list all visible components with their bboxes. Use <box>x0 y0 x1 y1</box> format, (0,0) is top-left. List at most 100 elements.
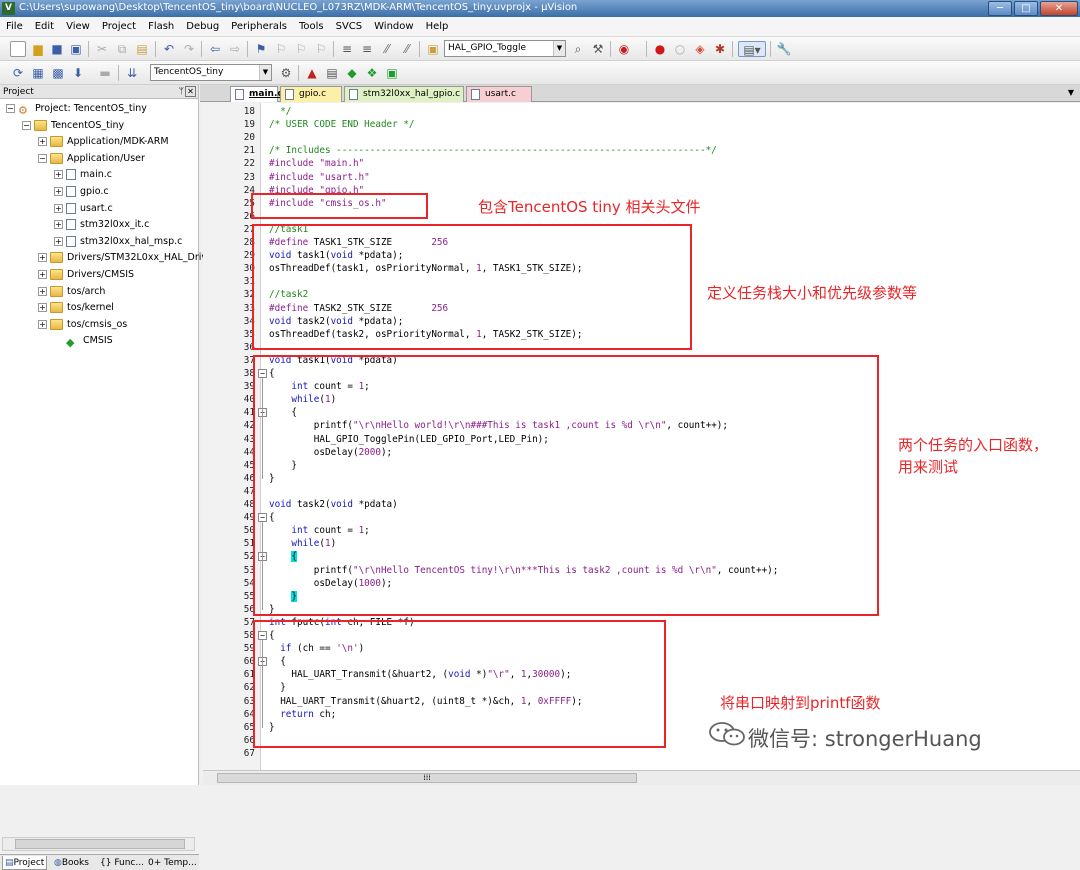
tree-item[interactable]: + Drivers/STM32L0xx_HAL_Driv <box>38 250 207 266</box>
expand-icon[interactable]: + <box>54 236 63 246</box>
unindent-icon[interactable]: ≡ <box>359 41 375 57</box>
tab-project[interactable]: ▤Project <box>2 856 48 870</box>
code-line[interactable]: /* USER CODE END Header */ <box>269 118 415 131</box>
incremental-find-icon[interactable]: ⚒ <box>590 41 606 57</box>
collapse-icon[interactable]: − <box>38 153 47 163</box>
find-icon[interactable]: ⌕ <box>570 41 586 57</box>
batch-build-icon[interactable]: ⬇ <box>70 65 86 81</box>
expand-icon[interactable]: + <box>38 319 47 329</box>
tree-item[interactable]: − TencentOS_tiny <box>22 118 124 134</box>
close-icon[interactable]: ✕ <box>185 86 196 97</box>
expand-icon[interactable]: + <box>38 270 47 279</box>
menu-project[interactable]: Project <box>96 17 142 37</box>
minimize-button[interactable]: ─ <box>988 1 1012 16</box>
paste-icon[interactable]: ▤ <box>134 41 150 57</box>
kill-breakpoints-icon[interactable]: ✱ <box>712 41 728 57</box>
expand-icon[interactable]: + <box>38 303 47 313</box>
menu-file[interactable]: File <box>0 17 29 37</box>
rebuild-icon[interactable]: ▩ <box>50 65 66 81</box>
expand-icon[interactable]: + <box>54 187 63 196</box>
copy-icon[interactable]: ⧉ <box>114 41 130 57</box>
tree-item[interactable]: + stm32l0xx_it.c <box>54 217 149 233</box>
menu-flash[interactable]: Flash <box>142 17 180 37</box>
expand-icon[interactable]: + <box>54 170 63 180</box>
scrollbar-thumb[interactable]: ⁞⁞⁞ <box>217 773 637 783</box>
menu-debug[interactable]: Debug <box>180 17 225 37</box>
expand-icon[interactable]: + <box>38 286 47 296</box>
menu-view[interactable]: View <box>60 17 96 37</box>
prev-bookmark-icon[interactable]: ⚐ <box>273 41 289 57</box>
pin-icon[interactable]: ᛘ <box>179 85 184 99</box>
tab-templates[interactable]: 0+ Temp... <box>146 856 199 870</box>
collapse-icon[interactable]: − <box>6 104 15 113</box>
tree-item[interactable]: + tos/kernel <box>38 300 114 316</box>
window-layout-icon[interactable]: ▤▾ <box>738 41 766 57</box>
tab-usart-c[interactable]: usart.c <box>466 86 532 102</box>
target-combo[interactable]: TencentOS_tiny ▼ <box>150 64 272 81</box>
disable-breakpoint-icon[interactable]: ○ <box>672 41 688 57</box>
tree-item[interactable]: + tos/cmsis_os <box>38 317 127 333</box>
tree-item[interactable]: + Application/MDK-ARM <box>38 134 169 150</box>
navigate-back-icon[interactable]: ⇦ <box>207 41 223 57</box>
save-all-icon[interactable]: ▣ <box>68 41 84 57</box>
build-icon[interactable]: ▦ <box>30 65 46 81</box>
save-icon[interactable]: ■ <box>49 41 65 57</box>
comment-icon[interactable]: ⁄⁄ <box>379 41 395 57</box>
expand-icon[interactable]: + <box>54 203 63 213</box>
find-in-files-icon[interactable]: ▣ <box>425 41 441 57</box>
menu-edit[interactable]: Edit <box>29 17 60 37</box>
debug-session-icon[interactable]: ◉ <box>616 41 632 57</box>
chevron-down-icon[interactable]: ▼ <box>259 65 271 80</box>
tree-item[interactable]: − Application/User <box>38 151 145 167</box>
tree-item[interactable]: + gpio.c <box>54 184 109 200</box>
disable-all-breakpoints-icon[interactable]: ◈ <box>692 41 708 57</box>
menu-window[interactable]: Window <box>368 17 419 37</box>
tree-item[interactable]: + usart.c <box>54 201 113 217</box>
code-line[interactable]: /* Includes ----------------------------… <box>269 144 717 157</box>
tree-item[interactable]: ◆ CMSIS <box>54 333 113 349</box>
stop-build-icon[interactable]: ▬ <box>97 65 113 81</box>
tree-item[interactable]: + Drivers/CMSIS <box>38 267 134 283</box>
tab-functions[interactable]: {} Func... <box>98 856 146 870</box>
clear-bookmarks-icon[interactable]: ⚐ <box>313 41 329 57</box>
tree-item[interactable]: − ⚙ Project: TencentOS_tiny <box>6 101 147 117</box>
open-folder-icon[interactable]: ▆ <box>30 41 46 57</box>
function-combo[interactable]: HAL_GPIO_Toggle ▼ <box>444 40 566 57</box>
tab-books[interactable]: ◍Books <box>52 856 91 870</box>
tree-item[interactable]: + stm32l0xx_hal_msp.c <box>54 234 182 250</box>
next-bookmark-icon[interactable]: ⚐ <box>293 41 309 57</box>
manage-components-icon[interactable]: ▲ <box>304 65 320 81</box>
expand-icon[interactable]: + <box>54 220 63 230</box>
menu-peripherals[interactable]: Peripherals <box>225 17 293 37</box>
tree-item[interactable]: + tos/arch <box>38 284 105 300</box>
uncomment-icon[interactable]: ⁄⁄ <box>399 41 415 57</box>
tab-stm32l0xx-hal-gpio-c[interactable]: stm32l0xx_hal_gpio.c <box>344 86 464 102</box>
translate-icon[interactable]: ⟳ <box>10 65 26 81</box>
code-line[interactable]: #include "main.h" <box>269 157 364 170</box>
editor-horizontal-scrollbar[interactable]: ⁞⁞⁞ <box>203 770 1080 785</box>
tab-gpio-c[interactable]: gpio.c <box>280 86 342 102</box>
file-extensions-icon[interactable]: ▤ <box>324 65 340 81</box>
tab-list-dropdown-icon[interactable]: ▼ <box>1068 88 1074 97</box>
collapse-icon[interactable]: − <box>22 120 31 130</box>
breakpoint-icon[interactable]: ● <box>652 41 668 57</box>
scrollbar-thumb[interactable] <box>15 839 185 849</box>
redo-icon[interactable]: ↷ <box>181 41 197 57</box>
select-software-packs-icon[interactable]: ❖ <box>364 65 380 81</box>
expand-icon[interactable]: + <box>38 253 47 263</box>
target-options-icon[interactable]: ⚙ <box>278 65 294 81</box>
indent-icon[interactable]: ≡ <box>339 41 355 57</box>
bookmark-icon[interactable]: ⚑ <box>253 41 269 57</box>
run-time-environment-icon[interactable]: ▣ <box>384 65 400 81</box>
maximize-button[interactable]: □ <box>1014 1 1038 16</box>
close-button[interactable]: ✕ <box>1040 1 1078 16</box>
new-file-icon[interactable] <box>10 41 26 57</box>
menu-tools[interactable]: Tools <box>293 17 330 37</box>
navigate-forward-icon[interactable]: ⇨ <box>227 41 243 57</box>
code-line[interactable]: */ <box>269 105 291 118</box>
cut-icon[interactable]: ✂ <box>94 41 110 57</box>
code-line[interactable]: #include "usart.h" <box>269 171 370 184</box>
undo-icon[interactable]: ↶ <box>161 41 177 57</box>
expand-icon[interactable]: + <box>38 137 47 147</box>
download-icon[interactable]: ⇊ <box>124 65 140 81</box>
